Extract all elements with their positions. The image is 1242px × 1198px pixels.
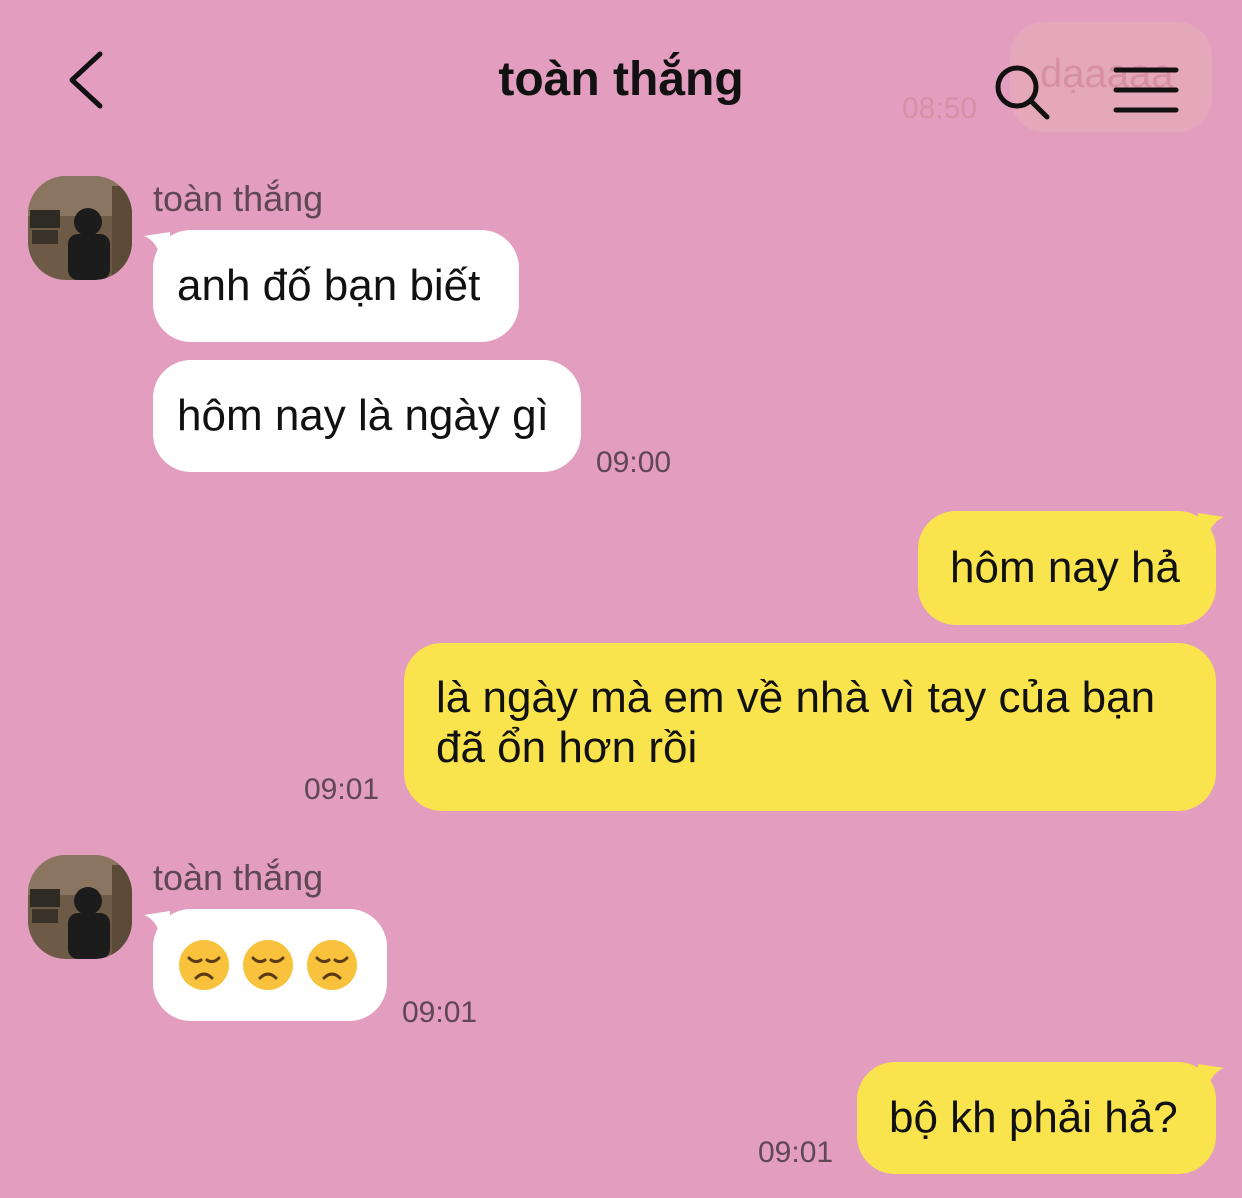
avatar[interactable] <box>28 176 132 280</box>
message-bubble[interactable]: hôm nay là ngày gì <box>153 360 581 472</box>
chat-title: toàn thắng <box>498 53 744 106</box>
message-text: là ngày mà em về nhà vì tay của bạn đã ổ… <box>436 673 1156 772</box>
message-bubble[interactable]: là ngày mà em về nhà vì tay của bạn đã ổ… <box>404 643 1216 811</box>
avatar-photo <box>28 855 132 959</box>
search-button[interactable] <box>990 60 1054 124</box>
avatar[interactable] <box>28 855 132 959</box>
message-time: 09:00 <box>596 446 672 479</box>
message-bubble[interactable] <box>153 909 387 1021</box>
disappointed-face-icon <box>177 938 231 992</box>
message-time: 09:01 <box>304 773 380 806</box>
menu-icon <box>1113 67 1179 113</box>
message-text: anh đố bạn biết <box>177 261 481 310</box>
message-bubble[interactable]: anh đố bạn biết <box>153 230 519 342</box>
message-bubble[interactable]: bộ kh phải hả? <box>857 1062 1216 1174</box>
search-icon <box>995 65 1050 120</box>
message-time: 09:01 <box>758 1136 834 1169</box>
message-bubble[interactable]: hôm nay hả <box>918 511 1216 625</box>
message-text: hôm nay hả <box>950 543 1180 592</box>
sender-name: toàn thắng <box>153 857 324 898</box>
disappointed-face-icon <box>241 938 295 992</box>
message-text: hôm nay là ngày gì <box>177 391 549 440</box>
message-text: bộ kh phải hả? <box>889 1093 1178 1142</box>
disappointed-face-icon <box>305 938 359 992</box>
menu-button[interactable] <box>1112 62 1180 118</box>
avatar-photo <box>28 176 132 280</box>
sender-name: toàn thắng <box>153 178 324 219</box>
message-time: 09:01 <box>402 996 478 1029</box>
